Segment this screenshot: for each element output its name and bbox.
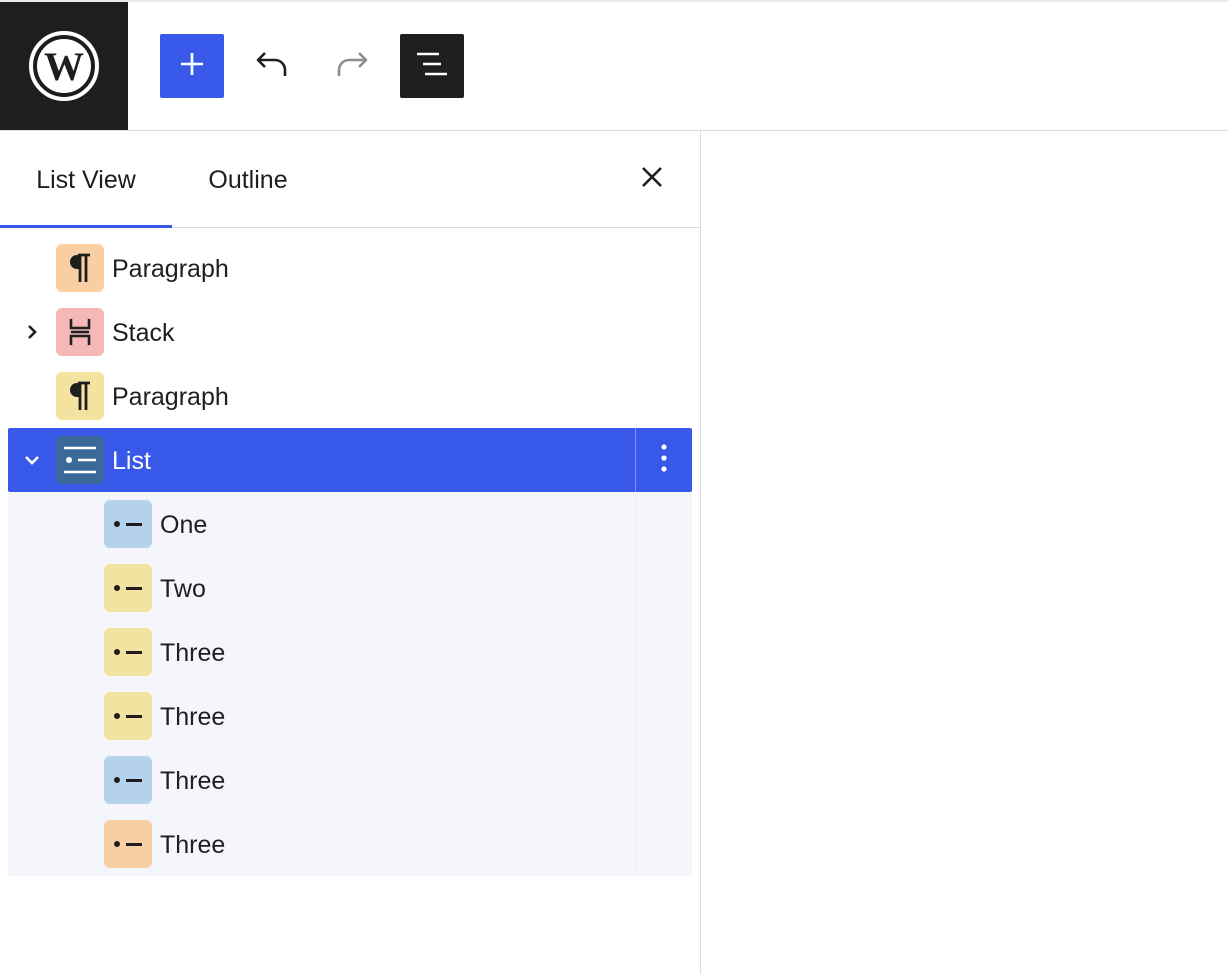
chevron-down-icon[interactable]	[20, 448, 44, 472]
block-label: Stack	[112, 319, 175, 347]
svg-text:W: W	[44, 44, 84, 89]
close-icon	[641, 166, 663, 193]
tree-row-stack[interactable]: Stack	[8, 300, 692, 364]
block-tree: Paragraph Stack Paragraph List One Two T…	[8, 236, 692, 876]
list-icon	[56, 436, 104, 484]
editor-canvas[interactable]	[701, 131, 1228, 974]
editor-toolbar: W	[0, 2, 1228, 131]
block-label: Two	[160, 575, 206, 603]
list-item-icon	[104, 692, 152, 740]
panel-tabs: List View Outline	[0, 131, 700, 228]
plus-icon	[179, 51, 205, 82]
block-label: Three	[160, 639, 226, 667]
tree-row-list-item[interactable]: Three	[8, 812, 692, 876]
tree-row-list-item[interactable]: Three	[8, 684, 692, 748]
block-label: One	[160, 511, 208, 539]
block-label: List	[112, 447, 151, 475]
wordpress-logo-icon[interactable]: W	[0, 2, 128, 130]
undo-button[interactable]	[240, 34, 304, 98]
list-view-toggle-button[interactable]	[400, 34, 464, 98]
list-item-icon	[104, 756, 152, 804]
tree-row-paragraph[interactable]: Paragraph	[8, 236, 692, 300]
tree-row-list-item[interactable]: Two	[8, 556, 692, 620]
chevron-right-icon[interactable]	[20, 320, 44, 344]
list-item-icon	[104, 628, 152, 676]
close-panel-button[interactable]	[628, 155, 676, 203]
add-block-button[interactable]	[160, 34, 224, 98]
redo-icon	[335, 49, 369, 84]
tree-row-list-item[interactable]: Three	[8, 620, 692, 684]
tree-row-list[interactable]: List	[8, 428, 692, 492]
list-view-icon	[415, 49, 449, 84]
block-label: Three	[160, 703, 226, 731]
block-label: Paragraph	[112, 255, 229, 283]
list-item-icon	[104, 820, 152, 868]
paragraph-icon	[56, 244, 104, 292]
tree-row-list-item[interactable]: Three	[8, 748, 692, 812]
stack-icon	[56, 308, 104, 356]
undo-icon	[255, 49, 289, 84]
list-view-panel: List View Outline Paragraph Stack Paragr…	[0, 131, 701, 974]
list-item-icon	[104, 500, 152, 548]
more-vertical-icon	[661, 443, 667, 478]
tree-row-paragraph[interactable]: Paragraph	[8, 364, 692, 428]
block-label: Paragraph	[112, 383, 229, 411]
block-label: Three	[160, 767, 226, 795]
block-label: Three	[160, 831, 226, 859]
redo-button[interactable]	[320, 34, 384, 98]
list-item-icon	[104, 564, 152, 612]
tree-row-list-item[interactable]: One	[8, 492, 692, 556]
tab-outline[interactable]: Outline	[192, 131, 304, 227]
tab-list-view[interactable]: List View	[0, 131, 172, 228]
block-options-button[interactable]	[636, 428, 692, 492]
paragraph-icon	[56, 372, 104, 420]
